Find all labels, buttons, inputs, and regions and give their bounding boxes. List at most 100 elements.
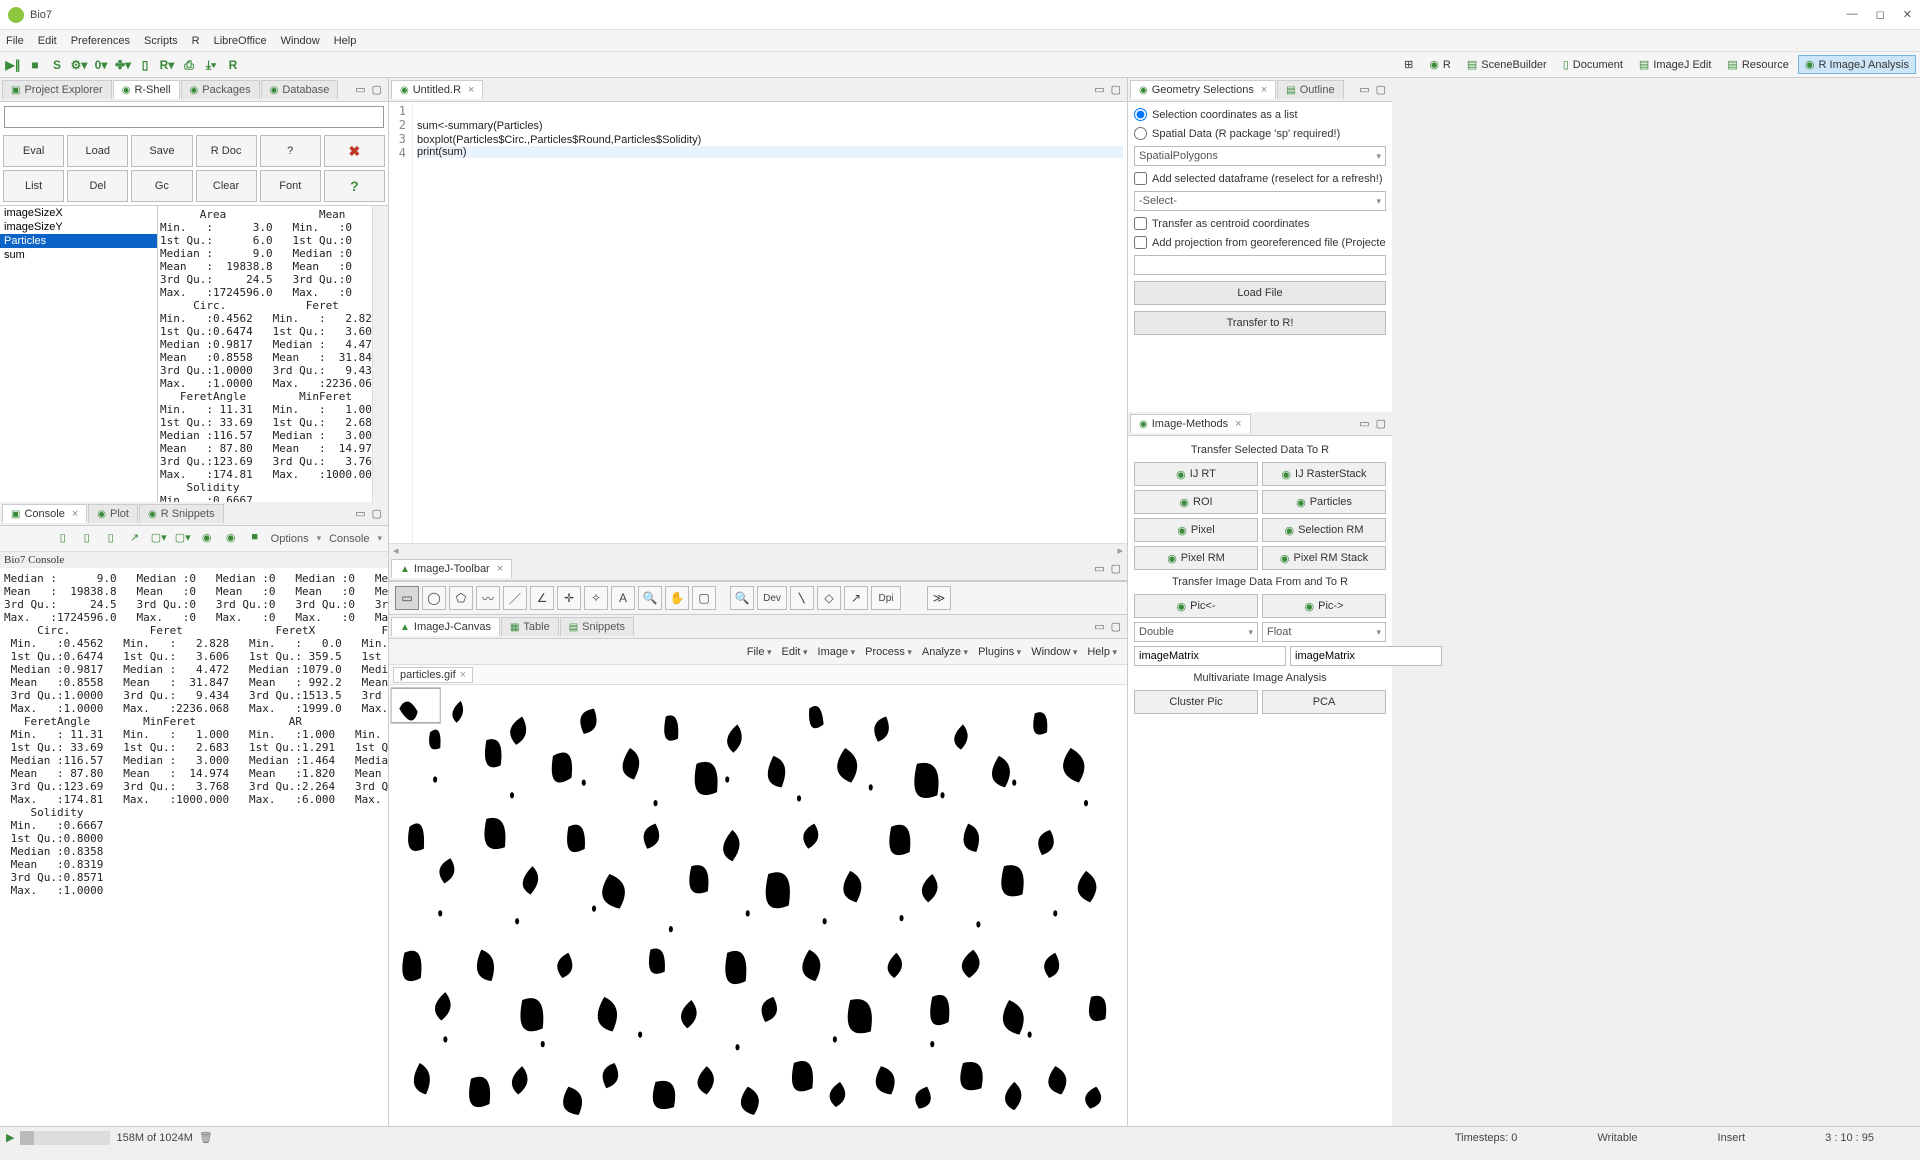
type-from-select[interactable]: Double xyxy=(1134,622,1258,642)
var-item[interactable]: sum xyxy=(0,248,157,262)
trash-icon[interactable]: 🗑 xyxy=(199,1131,213,1144)
line-tool-icon[interactable]: ／ xyxy=(503,586,527,610)
print-icon[interactable]: ⎙ xyxy=(180,56,198,74)
matrix-from-input[interactable] xyxy=(1134,646,1286,666)
save-button[interactable]: Save xyxy=(131,135,192,167)
tab-image-methods[interactable]: ◉Image-Methods× xyxy=(1130,414,1251,433)
point-tool-icon[interactable]: ✛ xyxy=(557,586,581,610)
minimize-view-icon[interactable]: ▭ xyxy=(1094,83,1104,96)
help-button[interactable]: ? xyxy=(324,170,385,202)
new-doc-icon[interactable]: ▯ xyxy=(136,56,154,74)
selection-rm-button[interactable]: ◉Selection RM xyxy=(1262,518,1386,542)
minimize-view-icon[interactable]: ▭ xyxy=(355,507,365,520)
perspective-r-imagej-analysis[interactable]: ◉R ImageJ Analysis xyxy=(1798,55,1916,74)
menu-edit[interactable]: Edit xyxy=(38,35,57,47)
variable-list[interactable]: imageSizeX imageSizeY Particles sum xyxy=(0,206,158,502)
chk-add-dataframe[interactable] xyxy=(1134,172,1147,185)
radio-selection-list[interactable] xyxy=(1134,108,1147,121)
r-run-icon[interactable]: R▾ xyxy=(158,56,176,74)
maximize-view-icon[interactable]: ▢ xyxy=(1111,562,1121,575)
tab-table[interactable]: ▦Table xyxy=(501,617,559,636)
menu-r[interactable]: R xyxy=(192,35,200,47)
r-icon[interactable]: ◉ xyxy=(223,531,239,547)
minimize-view-icon[interactable]: ▭ xyxy=(1094,620,1104,633)
tab-imagej-toolbar[interactable]: ▲ImageJ-Toolbar× xyxy=(391,559,512,578)
radio-spatial-data[interactable] xyxy=(1134,127,1147,140)
chk-projection[interactable] xyxy=(1134,236,1147,249)
freehand-tool-icon[interactable]: 〰 xyxy=(476,586,500,610)
dataframe-select[interactable]: -Select- xyxy=(1134,191,1386,211)
reset-gear-icon[interactable]: ⚙▾ xyxy=(70,56,88,74)
canvas-menu-analyze[interactable]: Analyze xyxy=(922,646,968,658)
menu-window[interactable]: Window xyxy=(281,35,320,47)
tab-imagej-canvas[interactable]: ▲ImageJ-Canvas xyxy=(391,617,500,636)
close-icon[interactable]: × xyxy=(1261,84,1267,96)
clear-button[interactable]: Clear xyxy=(196,170,257,202)
stop-icon[interactable]: ■ xyxy=(247,531,263,547)
perspective-imagej-edit[interactable]: ▤ImageJ Edit xyxy=(1632,55,1719,74)
load-button[interactable]: Load xyxy=(67,135,128,167)
tab-project-explorer[interactable]: ▣Project Explorer xyxy=(2,80,112,99)
close-icon[interactable]: × xyxy=(468,84,474,96)
list-button[interactable]: List xyxy=(3,170,64,202)
text-tool-icon[interactable]: A xyxy=(611,586,635,610)
maximize-view-icon[interactable]: ▢ xyxy=(1376,417,1386,430)
pic-to-button[interactable]: ◉Pic-> xyxy=(1262,594,1386,618)
memory-meter[interactable] xyxy=(20,1131,110,1145)
close-icon[interactable]: × xyxy=(72,508,78,520)
tab-snippets[interactable]: ▤Snippets xyxy=(560,617,634,636)
canvas-menu-process[interactable]: Process xyxy=(865,646,912,658)
pic-from-button[interactable]: ◉Pic<- xyxy=(1134,594,1258,618)
tab-outline[interactable]: ▤Outline xyxy=(1277,80,1343,99)
ij-rasterstack-button[interactable]: ◉IJ RasterStack xyxy=(1262,462,1386,486)
type-to-select[interactable]: Float xyxy=(1262,622,1386,642)
minimize-button[interactable]: — xyxy=(1847,8,1858,21)
load-file-button[interactable]: Load File xyxy=(1134,281,1386,305)
projection-input[interactable] xyxy=(1134,255,1386,275)
stop-icon[interactable]: ■ xyxy=(26,56,44,74)
matrix-to-input[interactable] xyxy=(1290,646,1442,666)
tab-plot[interactable]: ◉Plot xyxy=(88,504,138,523)
maximize-view-icon[interactable]: ▢ xyxy=(372,83,382,96)
play-pause-icon[interactable]: ▶∥ xyxy=(4,56,22,74)
zoom-tool-icon[interactable]: 🔍 xyxy=(638,586,662,610)
code-editor[interactable]: 1234 sum<-summary(Particles) boxplot(Par… xyxy=(389,102,1127,543)
image-tab[interactable]: particles.gif× xyxy=(393,667,473,683)
spatial-type-select[interactable]: SpatialPolygons xyxy=(1134,146,1386,166)
canvas-menu-plugins[interactable]: Plugins xyxy=(978,646,1021,658)
close-icon[interactable]: × xyxy=(497,563,503,575)
gc-button[interactable]: Gc xyxy=(131,170,192,202)
var-item-selected[interactable]: Particles xyxy=(0,234,157,248)
dropper-tool-icon[interactable]: ◇ xyxy=(817,586,841,610)
var-item[interactable]: imageSizeX xyxy=(0,206,157,220)
arrow-tool-icon[interactable]: ↗ xyxy=(844,586,868,610)
clear-x-button[interactable]: ✖ xyxy=(324,135,385,167)
tab-packages[interactable]: ◉Packages xyxy=(181,80,260,99)
maximize-view-icon[interactable]: ▢ xyxy=(1111,620,1121,633)
polygon-tool-icon[interactable]: ⬠ xyxy=(449,586,473,610)
minimize-view-icon[interactable]: ▭ xyxy=(1359,83,1369,96)
console-dropdown[interactable]: Console xyxy=(329,533,369,545)
menu-libreoffice[interactable]: LibreOffice xyxy=(214,35,267,47)
wand-tool-icon[interactable]: ✧ xyxy=(584,586,608,610)
tab-geometry-selections[interactable]: ◉Geometry Selections× xyxy=(1130,80,1276,99)
rectangle-tool-icon[interactable]: ▭ xyxy=(395,586,419,610)
menu-file[interactable]: File xyxy=(6,35,24,47)
chk-centroid[interactable] xyxy=(1134,217,1147,230)
clover-icon[interactable]: ✤▾ xyxy=(114,56,132,74)
menu-scripts[interactable]: Scripts xyxy=(144,35,178,47)
r-icon[interactable]: ◉ xyxy=(199,531,215,547)
brush-tool-icon[interactable]: 〵 xyxy=(790,586,814,610)
canvas-menu-edit[interactable]: Edit xyxy=(782,646,808,658)
minimize-view-icon[interactable]: ▭ xyxy=(1359,417,1369,430)
maximize-view-icon[interactable]: ▢ xyxy=(372,507,382,520)
menu-preferences[interactable]: Preferences xyxy=(71,35,130,47)
tab-r-snippets[interactable]: ◉R Snippets xyxy=(139,504,224,523)
folder-icon[interactable]: ▢▾ xyxy=(175,531,191,547)
question-button[interactable]: ? xyxy=(260,135,321,167)
console-icon[interactable]: ▯ xyxy=(103,531,119,547)
ij-rt-button[interactable]: ◉IJ RT xyxy=(1134,462,1258,486)
tab-database[interactable]: ◉Database xyxy=(261,80,339,99)
perspective-document[interactable]: ▯Document xyxy=(1556,55,1630,74)
dpi-tool-icon[interactable]: Dpi xyxy=(871,586,901,610)
